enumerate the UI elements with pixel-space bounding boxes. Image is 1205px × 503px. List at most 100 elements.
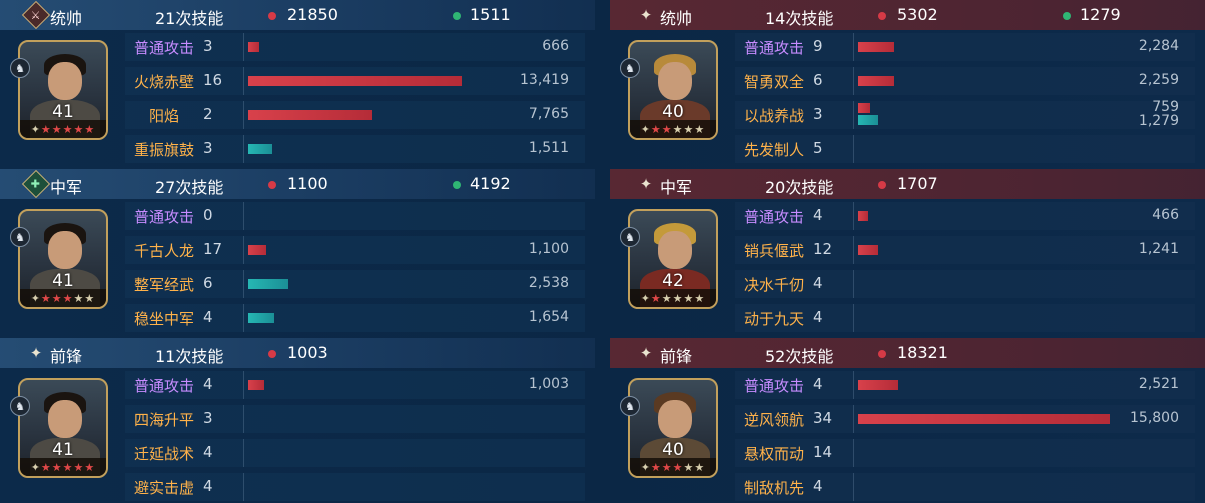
skill-row[interactable]: 火烧赤壁 16 13,419: [125, 67, 585, 95]
unit-type-icon: ♞: [620, 227, 640, 247]
unit-type-icon: ♞: [620, 396, 640, 416]
skill-name: 阳焰: [149, 107, 180, 125]
skill-name: 普通攻击: [134, 39, 195, 57]
hero-level: 41: [52, 440, 74, 460]
total-heal: 4192: [470, 174, 511, 193]
skill-row[interactable]: 普通攻击 4 1,003: [125, 371, 585, 399]
skill-row[interactable]: 重振旗鼓 3 1,511: [125, 135, 585, 163]
role-label: 统帅: [660, 9, 693, 28]
skill-name: 动于九天: [744, 310, 805, 328]
skill-name: 普通攻击: [744, 208, 805, 226]
skill-cast-count: 21次技能: [155, 9, 224, 28]
damage-bar: [858, 380, 899, 390]
skill-row[interactable]: 普通攻击 4 466: [735, 202, 1195, 230]
damage-value: 7,765: [528, 106, 569, 122]
skill-row[interactable]: 制敌机先 4: [735, 473, 1195, 501]
damage-value: 1,241: [1138, 241, 1179, 257]
hero-portrait[interactable]: 41 ✦ ★ ★ ★ ★ ★: [18, 40, 108, 140]
damage-dot-icon: [268, 350, 276, 358]
damage-value: 1,003: [528, 376, 569, 392]
skill-row[interactable]: 普通攻击 3 666: [125, 33, 585, 61]
rank-icon: ✦: [30, 291, 41, 305]
heal-dot-icon: [1063, 12, 1071, 20]
skill-row[interactable]: 避实击虚 4: [125, 473, 585, 501]
total-heal: 1279: [1080, 5, 1121, 24]
skill-cast-times: 4: [813, 206, 823, 224]
skill-row[interactable]: 四海升平 3: [125, 405, 585, 433]
skill-cast-count: 52次技能: [765, 347, 834, 366]
total-damage: 5302: [897, 5, 938, 24]
total-damage: 1100: [287, 174, 328, 193]
damage-bar: [858, 42, 895, 52]
skill-name: 销兵偃武: [744, 242, 805, 260]
skill-row[interactable]: 千古人龙 17 1,100: [125, 236, 585, 264]
damage-value: 466: [1152, 207, 1179, 223]
star-icon: ★: [661, 291, 673, 305]
bar-track: [853, 135, 854, 163]
heal-value: 1,654: [528, 309, 569, 325]
unit-type-icon: ♞: [10, 396, 30, 416]
general-header: ⚔ 统帅 21次技能 21850 1511: [0, 0, 595, 30]
damage-bar: [858, 76, 894, 86]
hero-face: [48, 62, 82, 100]
star-icon: ★: [661, 122, 673, 136]
star-icon: ★: [672, 122, 684, 136]
skill-row[interactable]: 决水千仞 4: [735, 270, 1195, 298]
damage-value: 666: [542, 38, 569, 54]
heal-bar: [248, 279, 289, 289]
battle-report-panel: ⚔ 统帅 21次技能 21850 1511 ♞ 41 ✦ ★ ★ ★ ★ ★ 普通攻击 3 6…: [0, 0, 1205, 503]
unit-type-icon: ♞: [620, 58, 640, 78]
star-icon: ★: [62, 291, 74, 305]
skill-row[interactable]: 悬权而动 14: [735, 439, 1195, 467]
hero-portrait[interactable]: 42 ✦ ★ ★ ★ ★ ★: [628, 209, 718, 309]
skill-name: 普通攻击: [744, 377, 805, 395]
rank-icon: ✦: [640, 291, 651, 305]
star-icon: ★: [51, 122, 63, 136]
skill-cast-count: 27次技能: [155, 178, 224, 197]
skill-row[interactable]: 普通攻击 0: [125, 202, 585, 230]
skill-row[interactable]: 迁延战术 4: [125, 439, 585, 467]
hero-face: [48, 400, 82, 438]
bar-track: [243, 405, 244, 433]
bar-track: [853, 33, 854, 61]
mid-header: ✚ 中军 27次技能 1100 4192: [0, 169, 595, 199]
damage-dot-icon: [268, 181, 276, 189]
skill-row[interactable]: 稳坐中军 4 1,654: [125, 304, 585, 332]
hero-portrait[interactable]: 40 ✦ ★ ★ ★ ★ ★: [628, 40, 718, 140]
hero-portrait[interactable]: 40 ✦ ★ ★ ★ ★ ★: [628, 378, 718, 478]
heal-value: 1,511: [528, 140, 569, 156]
skill-cast-times: 6: [203, 274, 213, 292]
skill-cast-times: 4: [813, 274, 823, 292]
hero-portrait[interactable]: 41 ✦ ★ ★ ★ ★ ★: [18, 378, 108, 478]
star-icon: ★: [40, 122, 52, 136]
damage-bar: [858, 414, 1110, 424]
skill-row[interactable]: 普通攻击 9 2,284: [735, 33, 1195, 61]
skill-row[interactable]: 普通攻击 4 2,521: [735, 371, 1195, 399]
rank-icon: ✦: [30, 122, 41, 136]
skill-row[interactable]: 阳焰 2 7,765: [125, 101, 585, 129]
role-label: 中军: [660, 178, 693, 197]
bar-track: [853, 371, 854, 399]
skill-row[interactable]: 整军经武 6 2,538: [125, 270, 585, 298]
bar-track: [243, 135, 244, 163]
skill-row[interactable]: 销兵偃武 12 1,241: [735, 236, 1195, 264]
skill-row[interactable]: 智勇双全 6 2,259: [735, 67, 1195, 95]
skill-cast-times: 3: [203, 139, 213, 157]
star-rating: ✦ ★ ★ ★ ★ ★: [630, 120, 716, 138]
skill-row[interactable]: 逆风领航 34 15,800: [735, 405, 1195, 433]
skill-name: 火烧赤壁: [134, 73, 195, 91]
skill-name: 千古人龙: [134, 242, 195, 260]
star-icon: ★: [650, 122, 662, 136]
bar-track: [853, 473, 854, 501]
skill-row[interactable]: 先发制人 5: [735, 135, 1195, 163]
skill-row[interactable]: 动于九天 4: [735, 304, 1195, 332]
hero-portrait[interactable]: 41 ✦ ★ ★ ★ ★ ★: [18, 209, 108, 309]
damage-value: 13,419: [520, 72, 569, 88]
damage-value: 2,284: [1138, 38, 1179, 54]
skill-cast-times: 2: [203, 105, 213, 123]
skill-name: 普通攻击: [134, 208, 195, 226]
bar-track: [243, 236, 244, 264]
damage-bar: [858, 211, 868, 221]
skill-row[interactable]: 以战养战 3 759 1,279: [735, 99, 1195, 129]
front-role-icon: ✦: [29, 344, 43, 362]
